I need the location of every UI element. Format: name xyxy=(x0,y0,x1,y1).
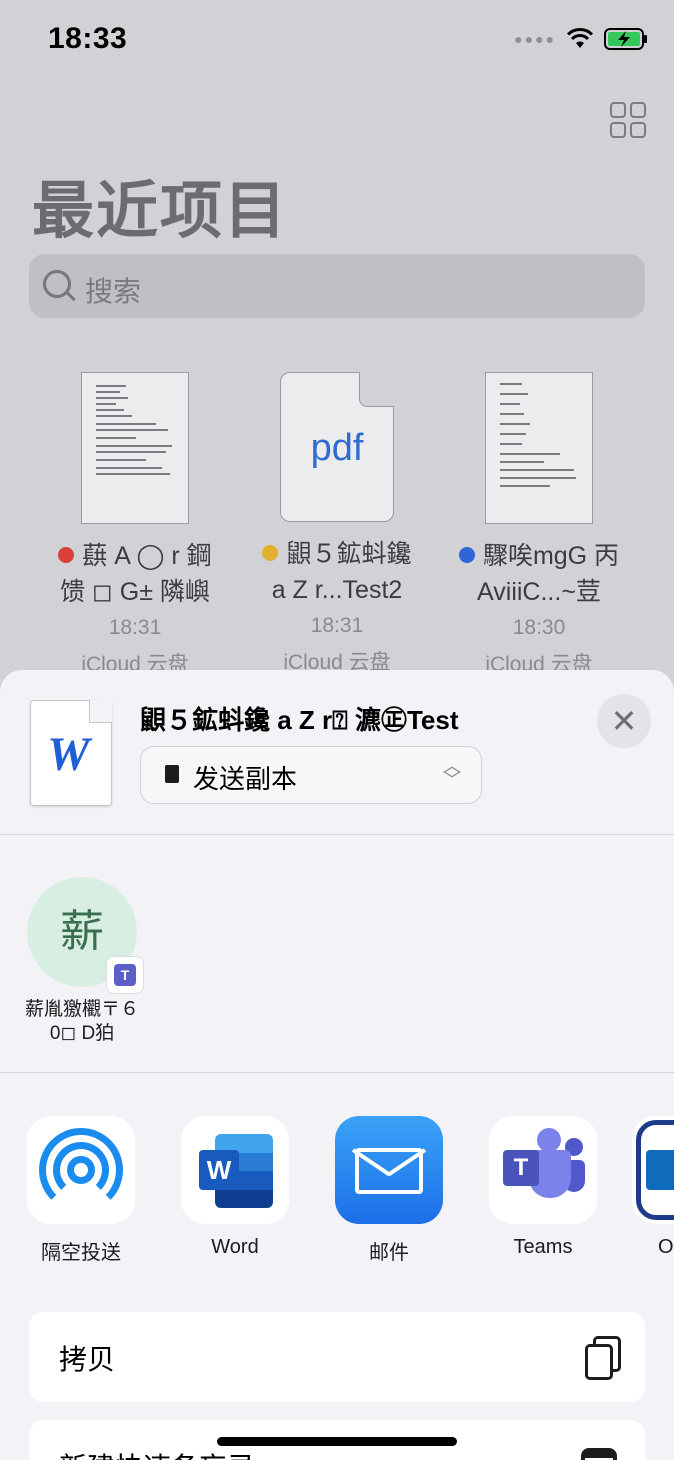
file-time: 18:31 xyxy=(310,614,364,637)
document-thumbnail xyxy=(485,372,593,524)
search-placeholder: 搜索 xyxy=(85,276,142,307)
teams-badge-icon: T xyxy=(106,956,144,994)
shared-file-title: 鼰５鉱蚪鑱 a Z r⍰ 瀌㊣Test xyxy=(140,705,459,735)
word-icon: W xyxy=(181,1116,289,1224)
app-mail[interactable]: 邮件 xyxy=(324,1116,454,1265)
status-time: 18:33 xyxy=(48,22,128,55)
file-item[interactable]: 驟唉mgG 丙 AviiiC...~荳 18:30 iCloud 云盘 xyxy=(439,372,639,678)
battery-charging-icon xyxy=(604,28,647,50)
home-indicator[interactable] xyxy=(217,1437,457,1446)
quick-note-icon xyxy=(581,1448,617,1460)
person-name: 薪胤獥欟〒６ 0◻ D狛 xyxy=(24,999,139,1044)
wifi-icon xyxy=(566,28,594,48)
send-copy-selector[interactable]: 发送副本 ︿ ﹀ xyxy=(140,746,482,804)
teams-icon: T xyxy=(489,1116,597,1224)
outlook-icon xyxy=(632,1116,674,1224)
app-label: Word xyxy=(211,1236,259,1258)
copy-icon xyxy=(585,1336,621,1380)
send-option-label: 发送副本 xyxy=(193,764,298,794)
app-label: Teams xyxy=(513,1236,573,1258)
pdf-label: pdf xyxy=(310,427,364,469)
tag-dot-icon xyxy=(262,545,279,561)
app-airdrop[interactable]: 隔空投送 xyxy=(16,1116,146,1265)
status-icons: ●●●● xyxy=(514,28,648,50)
signal-dots-icon: ●●●● xyxy=(514,31,556,47)
tag-dot-icon xyxy=(58,547,75,563)
document-icon xyxy=(165,765,179,783)
file-item[interactable]: 蕻 A ◯ r 鋼馈 ◻ G± 隣嶼 18:31 iCloud 云盘 xyxy=(35,372,235,678)
file-time: 18:30 xyxy=(512,616,566,639)
document-thumbnail xyxy=(81,372,189,524)
app-label: O xyxy=(658,1236,674,1258)
airdrop-icon xyxy=(27,1116,135,1224)
close-button[interactable]: ✕ xyxy=(597,694,651,748)
app-label: 邮件 xyxy=(369,1242,409,1264)
app-teams[interactable]: T Teams xyxy=(478,1116,608,1259)
share-sheet-header: W 鼰５鉱蚪鑱 a Z r⍰ 瀌㊣Test 发送副本 ︿ ﹀ ✕ xyxy=(0,670,674,835)
app-label: 隔空投送 xyxy=(41,1242,121,1264)
file-name: 驟唉mgG 丙 AviiiC...~荳 xyxy=(439,538,639,610)
chevron-updown-icon: ︿ ﹀ xyxy=(443,756,461,790)
grid-view-icon[interactable] xyxy=(610,102,646,138)
word-document-icon: W xyxy=(30,700,112,806)
page-title: 最近项目 xyxy=(32,177,289,246)
file-name: 鼰５鉱蚪鑱 a Z r...Test2 xyxy=(237,536,437,608)
mail-icon xyxy=(335,1116,443,1224)
action-label: 新建快速备忘录 xyxy=(59,1446,255,1460)
file-name: 蕻 A ◯ r 鋼馈 ◻ G± 隣嶼 xyxy=(58,542,212,606)
app-word[interactable]: W Word xyxy=(170,1116,300,1259)
app-outlook[interactable]: O xyxy=(632,1116,674,1259)
copy-action[interactable]: 拷贝 xyxy=(29,1312,645,1402)
tag-dot-icon xyxy=(458,547,475,563)
pdf-thumbnail: pdf xyxy=(280,372,394,522)
file-item[interactable]: pdf 鼰５鉱蚪鑱 a Z r...Test2 18:31 iCloud 云盘 xyxy=(237,372,437,676)
search-input[interactable]: 搜索 xyxy=(29,254,645,318)
share-sheet: W 鼰５鉱蚪鑱 a Z r⍰ 瀌㊣Test 发送副本 ︿ ﹀ ✕ 薪 T 薪胤獥欟… xyxy=(0,670,674,1460)
action-label: 拷贝 xyxy=(59,1344,116,1375)
search-icon xyxy=(43,270,71,298)
file-time: 18:31 xyxy=(108,616,162,639)
